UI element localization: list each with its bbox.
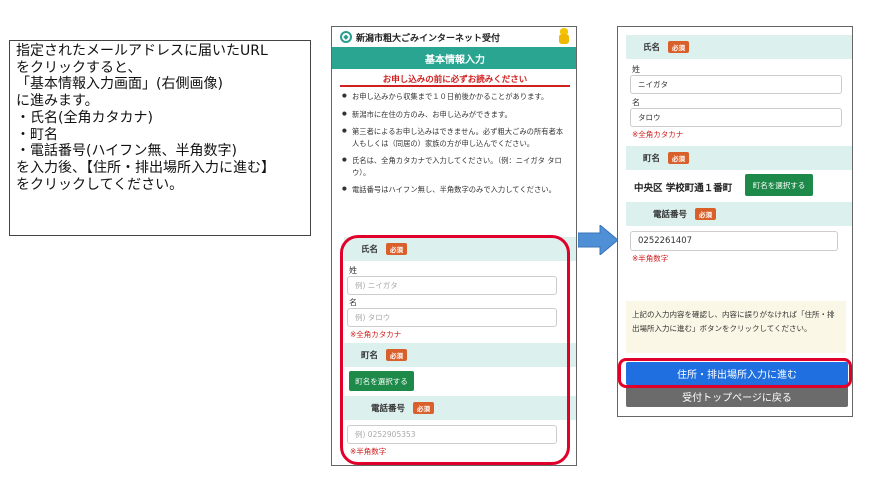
- select-town-button[interactable]: 町名を選択する: [349, 371, 414, 391]
- instruction-line: ・氏名(全角カタカナ): [16, 109, 153, 126]
- sei-input[interactable]: ニイガタ: [630, 75, 842, 94]
- phone-section-header: 電話番号 必須: [626, 202, 852, 226]
- site-header: ◆ 新潟市粗大ごみインターネット受付: [332, 27, 576, 47]
- list-item: 新潟市に在住の方のみ、お申し込みができます。: [342, 109, 568, 121]
- sei-label: 姓: [632, 65, 640, 74]
- list-item: 電話番号はハイフン無し、半角数字のみで入力してください。: [342, 184, 568, 196]
- instruction-line: 指定されたメールアドレスに届いたURL: [16, 43, 268, 59]
- town-section-header: 町名 必須: [626, 146, 852, 170]
- phone-input[interactable]: 例) 0252905353: [347, 425, 557, 444]
- basic-info-screen-filled: 氏名 必須 姓 ニイガタ 名 タロウ ※全角カタカナ 町名 必須 中央区 学校町…: [617, 26, 853, 417]
- name-section-header: 氏名 必須: [344, 237, 576, 261]
- instruction-line: をクリックすると、: [16, 59, 142, 76]
- phone-section-header: 電話番号 必須: [344, 396, 576, 420]
- list-item: 第三者によるお申し込みはできません。必ず粗大ごみの所有者本人もしくは（同居の）家…: [342, 126, 568, 149]
- mei-label: 名: [632, 98, 640, 107]
- name-section-label: 氏名: [643, 43, 661, 53]
- selected-town: 中央区 学校町通１番町: [634, 183, 733, 194]
- mei-input[interactable]: タロウ: [630, 108, 842, 127]
- phone-note: ※半角数字: [632, 254, 669, 263]
- required-badge: 必須: [413, 402, 435, 414]
- instruction-line: をクリックしてください。: [16, 176, 184, 193]
- page-title: 基本情報入力: [332, 47, 576, 69]
- sei-input[interactable]: 例) ニイガタ: [347, 276, 557, 295]
- instruction-line: を入力後、【住所・排出場所入力に進む】: [16, 159, 275, 176]
- phone-section-label: 電話番号: [371, 404, 406, 414]
- name-section-header: 氏名 必須: [626, 35, 852, 59]
- city-logo-icon: ◆: [340, 31, 352, 43]
- required-badge: 必須: [668, 41, 690, 53]
- instruction-line: 「基本情報入力画面」(右側画像): [16, 76, 223, 93]
- kana-note: ※全角カタカナ: [632, 130, 684, 139]
- phone-section-label: 電話番号: [653, 210, 688, 220]
- instruction-line: ・町名: [16, 126, 58, 143]
- notice-title: お申し込みの前に必ずお読みください: [340, 73, 570, 87]
- mei-input[interactable]: 例) タロウ: [347, 308, 557, 327]
- select-town-button[interactable]: 町名を選択する: [745, 174, 813, 196]
- notice-list: お申し込みから収集まで１０日前後かかることがあります。 新潟市に在住の方のみ、お…: [342, 91, 568, 202]
- next-address-button[interactable]: 住所・排出場所入力に進む: [626, 362, 848, 385]
- town-section-header: 町名 必須: [344, 343, 576, 367]
- phone-note: ※半角数字: [350, 447, 387, 456]
- site-title: 新潟市粗大ごみインターネット受付: [356, 33, 501, 44]
- mei-label: 名: [349, 298, 357, 307]
- back-to-top-button[interactable]: 受付トップページに戻る: [626, 385, 848, 407]
- list-item: お申し込みから収集まで１０日前後かかることがあります。: [342, 91, 568, 103]
- right-arrow-icon: [578, 225, 618, 255]
- list-item: 氏名は、全角カタカナで入力してください。（例：ニイガタ タロウ）。: [342, 155, 568, 178]
- confirm-instructions: 上記の入力内容を確認し、内容に誤りがなければ「住所・排出場所入力に進む」ボタンを…: [626, 301, 846, 353]
- required-badge: 必須: [695, 208, 717, 220]
- required-badge: 必須: [386, 243, 408, 255]
- instruction-line: に進みます。: [16, 93, 99, 110]
- town-section-label: 町名: [643, 154, 661, 164]
- instruction-line: ・電話番号(ハイフン無、半角数字): [16, 143, 237, 160]
- basic-info-screen-empty: ◆ 新潟市粗大ごみインターネット受付 基本情報入力 お申し込みの前に必ずお読みく…: [331, 26, 577, 466]
- name-section-label: 氏名: [361, 245, 379, 255]
- required-badge: 必須: [386, 349, 408, 361]
- phone-input[interactable]: 0252261407: [630, 231, 838, 251]
- instruction-box: 指定されたメールアドレスに届いたURL をクリックすると、 「基本情報入力画面」…: [9, 40, 311, 236]
- sei-label: 姓: [349, 266, 357, 275]
- required-badge: 必須: [668, 152, 690, 164]
- kana-note: ※全角カタカナ: [350, 330, 402, 339]
- town-section-label: 町名: [361, 351, 379, 361]
- mascot-icon: [558, 28, 570, 45]
